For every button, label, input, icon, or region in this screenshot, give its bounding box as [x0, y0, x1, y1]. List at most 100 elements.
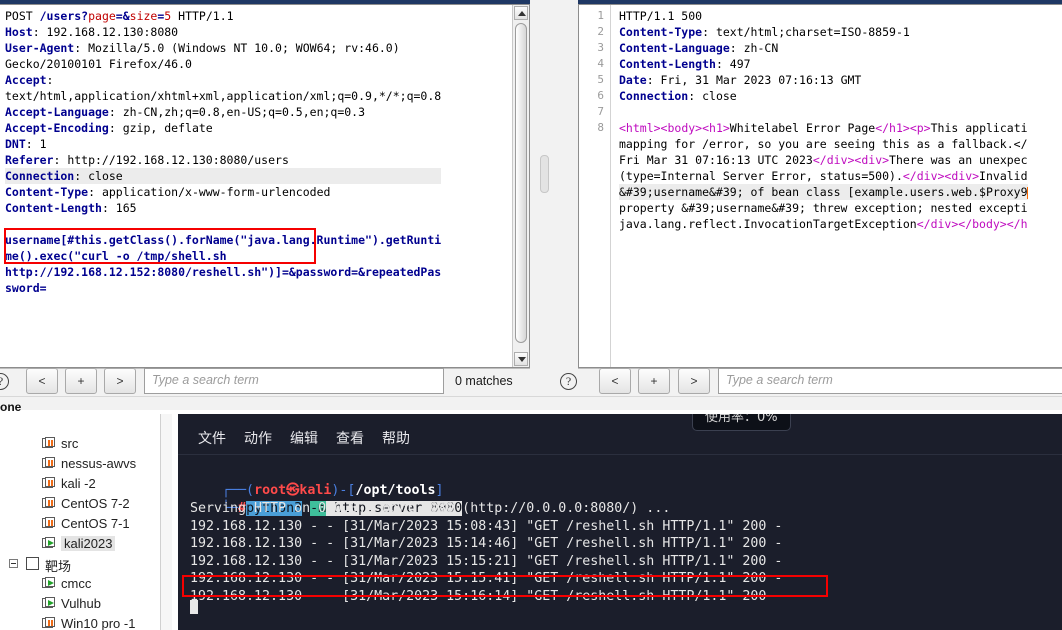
request-scroll-thumb[interactable] [515, 23, 527, 343]
gutter-separator [610, 5, 611, 367]
line-number: 2 [597, 25, 604, 38]
request-search-prev-button[interactable]: < [26, 368, 58, 394]
vm-tree-item-label: src [61, 436, 79, 451]
code-token: Accept-Language [5, 105, 109, 119]
vm-tree-item[interactable]: kali2023 [0, 534, 178, 554]
code-line: Gecko/20100101 Firefox/46.0 [5, 56, 441, 72]
terminal-output-line: 192.168.12.130 - - [31/Mar/2023 15:14:46… [190, 536, 783, 552]
code-token: </div> [902, 169, 945, 183]
response-search-prev-button[interactable]: < [599, 368, 631, 394]
code-line: Content-Type: text/html;charset=ISO-8859… [619, 24, 1028, 40]
code-token: Whitelabel Error Page [729, 121, 876, 135]
code-token: Referer [5, 153, 54, 167]
vm-tree-scrollbar[interactable] [160, 414, 172, 630]
code-token: (type=Internal Server Error, status=500)… [619, 169, 903, 183]
request-code-area[interactable]: POST /users?page=&size=5 HTTP/1.1 Host: 1… [0, 5, 529, 367]
scroll-down-arrow-icon[interactable] [514, 352, 528, 366]
code-line: text/html,application/xhtml+xml,applicat… [5, 88, 441, 104]
code-line: mapping for /error, so you are seeing th… [619, 136, 1028, 152]
vm-tree-item[interactable]: src [0, 434, 178, 454]
terminal-output-line: 192.168.12.130 - - [31/Mar/2023 15:15:21… [190, 553, 783, 569]
terminal-menu-item[interactable]: 查看 [336, 431, 364, 447]
response-search-next-button[interactable]: > [678, 368, 710, 394]
code-token: <body> [660, 121, 703, 135]
response-pane[interactable]: 12345678 HTTP/1.1 500 Content-Type: text/… [578, 4, 1062, 368]
code-token: size [129, 9, 158, 23]
code-line: Date: Fri, 31 Mar 2023 07:16:13 GMT [619, 72, 1028, 88]
code-line: java.lang.reflect.InvocationTargetExcept… [619, 216, 1028, 232]
terminal-menu-item[interactable]: 动作 [244, 431, 272, 447]
line-number: 5 [597, 73, 604, 86]
vm-tree-item[interactable]: 靶场 [0, 554, 178, 574]
vm-tree-item[interactable]: Vulhub [0, 594, 178, 614]
code-line: User-Agent: Mozilla/5.0 (Windows NT 10.0… [5, 40, 441, 56]
terminal-menu-bar[interactable]: 文件 动作 编辑 查看 帮助 [198, 428, 428, 448]
vm-tree-item[interactable]: kali -2 [0, 474, 178, 494]
toolbar-bottom-rule [0, 396, 1062, 397]
vm-paused-icon [42, 437, 56, 451]
vm-tree-item-label: cmcc [61, 576, 92, 591]
vmware-library-tree[interactable]: src nessus-awvs kali -2 CentOS 7-2 CentOS 7-… [0, 414, 178, 630]
request-search-next-button[interactable]: > [104, 368, 136, 394]
response-line-number-gutter: 1 2 3 4 5 6 7 8 [579, 5, 609, 367]
request-search-input[interactable]: Type a search term [144, 368, 444, 394]
terminal-output-line: 192.168.12.130 - - [31/Mar/2023 15:15:41… [190, 571, 783, 587]
code-token: Content-Type [5, 185, 89, 199]
terminal-menu-item[interactable]: 编辑 [290, 431, 318, 447]
code-token: : http://192.168.12.130:8080/users [53, 153, 289, 167]
code-token: : text/html;charset=ISO-8859-1 [702, 25, 910, 39]
code-token: Invalid [979, 169, 1028, 183]
line-number: 8 [597, 121, 604, 134]
code-line: username[#this.getClass().forName("java.… [5, 232, 441, 248]
request-help-icon[interactable]: ? [0, 373, 9, 390]
code-line: property &#39;username&#39; threw except… [619, 200, 1028, 216]
response-search-toolbar: ? < + > Type a search term [550, 368, 1062, 411]
scroll-up-arrow-icon[interactable] [514, 6, 528, 20]
vm-tree-item[interactable]: CentOS 7-1 [0, 514, 178, 534]
code-line: HTTP/1.1 500 [619, 8, 1028, 24]
vm-running-icon [42, 597, 56, 611]
response-help-icon[interactable]: ? [560, 373, 577, 390]
terminal-menu-item[interactable]: 文件 [198, 431, 226, 447]
vm-paused-icon [42, 477, 56, 491]
vm-paused-icon [42, 517, 56, 531]
request-search-add-button[interactable]: + [65, 368, 97, 394]
code-token: : Fri, 31 Mar 2023 07:16:13 GMT [646, 73, 862, 87]
vm-tree-item-label: CentOS 7-2 [61, 496, 130, 511]
line-number: 6 [597, 89, 604, 102]
vm-paused-icon [42, 617, 56, 630]
code-token: POST [5, 9, 40, 23]
code-line: Accept-Encoding: gzip, deflate [5, 120, 441, 136]
vm-tree-item[interactable]: cmcc [0, 574, 178, 594]
vm-tree-item-label: 靶场 [45, 559, 72, 574]
code-token: HTTP/1.1 500 [619, 9, 703, 23]
code-token: : close [688, 89, 737, 103]
response-search-input[interactable]: Type a search term [718, 368, 1062, 394]
terminal-output-line: Serving HTTP on 0.0.0.0 port 8080 (http:… [190, 501, 671, 516]
vm-tree-item[interactable]: Win10 pro -1 [0, 614, 178, 630]
vm-tree-item-label: Vulhub [61, 596, 101, 611]
code-token: Host [5, 25, 33, 39]
code-token: /users? [39, 9, 89, 23]
terminal-menu-item[interactable]: 帮助 [382, 431, 410, 447]
request-pane[interactable]: POST /users?page=&size=5 HTTP/1.1 Host: 1… [0, 4, 530, 368]
response-search-add-button[interactable]: + [638, 368, 670, 394]
vm-tree-item-label: Win10 pro -1 [61, 616, 136, 630]
terminal-cursor [190, 600, 198, 614]
code-token: HTTP/1.1 [171, 9, 234, 23]
code-token: : application/x-www-form-urlencoded [88, 185, 331, 199]
code-token: </body> [958, 217, 1007, 231]
line-number: 3 [597, 41, 604, 54]
pane-splitter-thumb[interactable] [540, 155, 549, 193]
code-token: </div> [916, 217, 959, 231]
code-token: : 192.168.12.130:8080 [32, 25, 179, 39]
vm-tree-item[interactable]: nessus-awvs [0, 454, 178, 474]
request-vertical-scrollbar[interactable] [512, 5, 529, 367]
vm-tree-item[interactable]: CentOS 7-2 [0, 494, 178, 514]
tree-collapse-icon[interactable] [9, 559, 18, 568]
terminal-output-line: 192.168.12.130 - - [31/Mar/2023 15:08:43… [190, 518, 783, 534]
code-token: : 165 [101, 201, 137, 215]
kali-terminal-window[interactable]: 文件 动作 编辑 查看 帮助 ┌──(root㉿kali)-[/opt/tools] └… [178, 414, 1062, 630]
response-code-area[interactable]: 12345678 HTTP/1.1 500 Content-Type: text/… [579, 5, 1062, 367]
